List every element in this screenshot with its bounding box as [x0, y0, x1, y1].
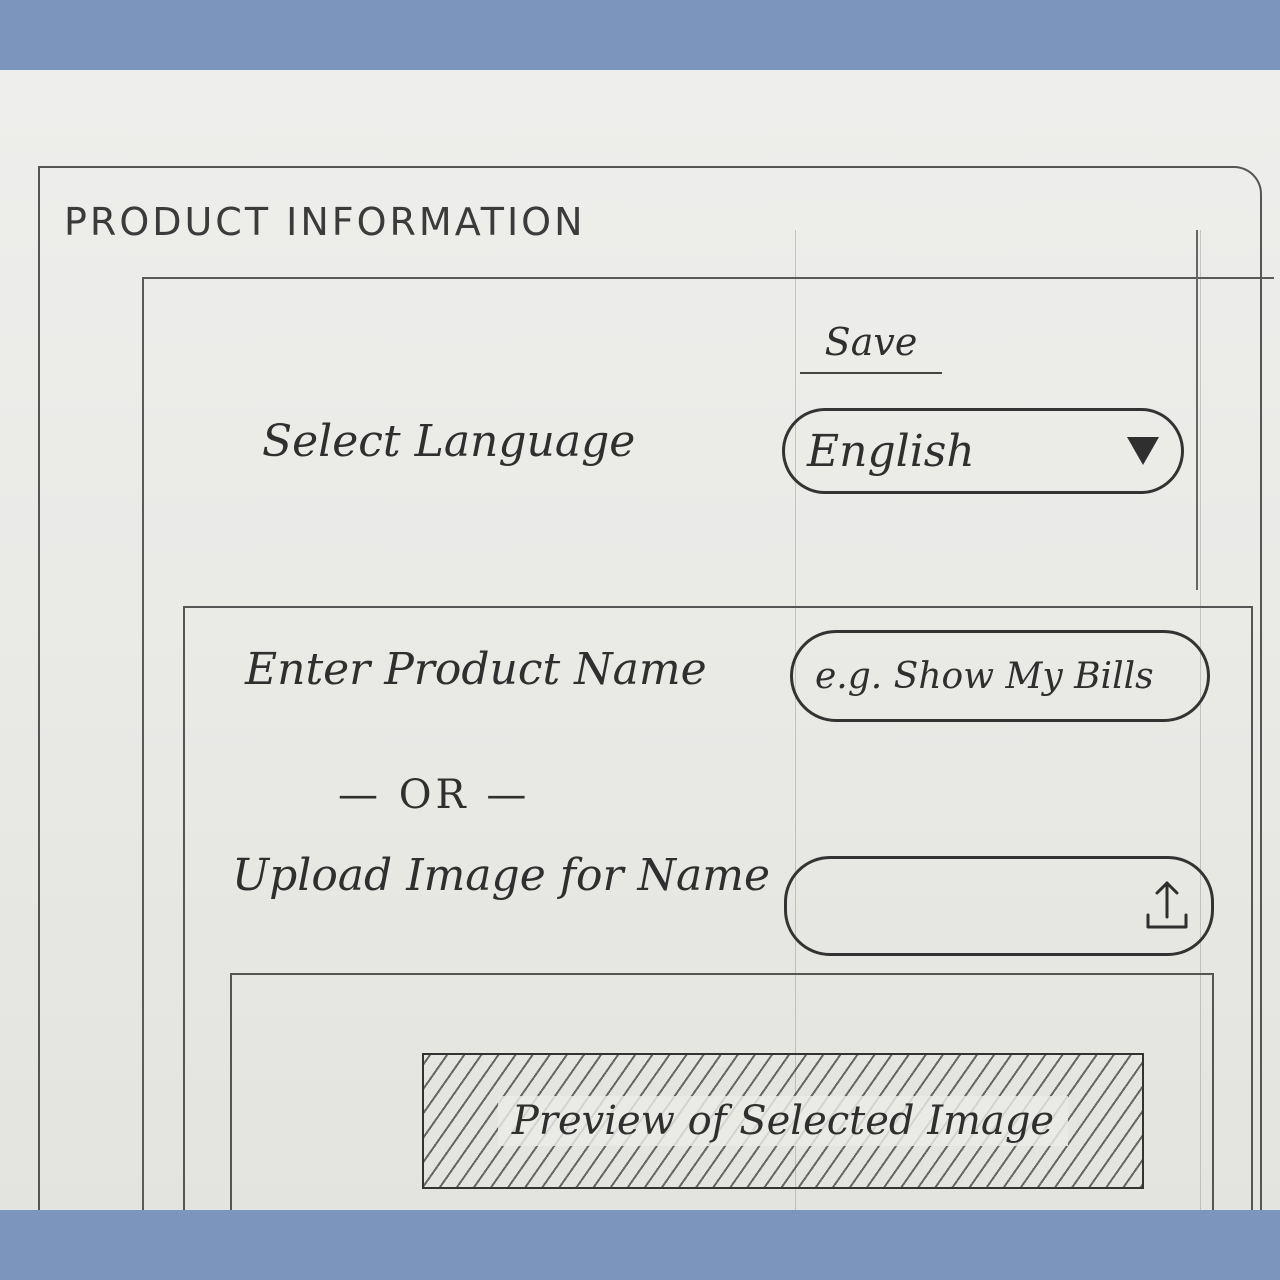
sketch-paper: PRODUCT INFORMATION Save Select Language… [0, 70, 1280, 1210]
language-select-value: English [807, 425, 975, 477]
upload-label: Upload Image for Name [232, 850, 771, 901]
language-label: Select Language [262, 416, 636, 467]
or-separator: — OR — [338, 772, 531, 818]
product-name-input[interactable] [790, 630, 1210, 722]
page-title: PRODUCT INFORMATION [64, 200, 586, 244]
preview-label: Preview of Selected Image [497, 1096, 1069, 1146]
save-button[interactable]: Save [800, 320, 942, 374]
chevron-down-icon[interactable] [1127, 437, 1159, 465]
upload-icon[interactable] [1145, 879, 1189, 933]
language-select[interactable]: English [782, 408, 1184, 494]
panel-divider [1196, 230, 1198, 590]
upload-image-field[interactable] [784, 856, 1214, 956]
product-name-label: Enter Product Name [245, 644, 707, 695]
image-preview: Preview of Selected Image [422, 1053, 1144, 1189]
